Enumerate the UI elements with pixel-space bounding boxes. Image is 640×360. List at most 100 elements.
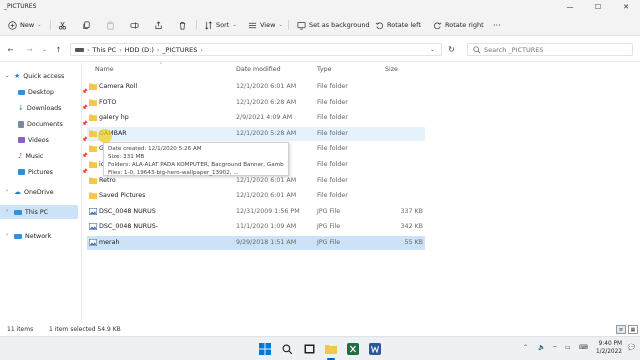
nav-quick-access[interactable]: ★ Quick access bbox=[14, 69, 64, 83]
new-button[interactable]: New ⌄ bbox=[8, 18, 41, 32]
nav-item-documents[interactable]: Documents 📌 bbox=[18, 117, 88, 131]
search-taskbar-icon[interactable] bbox=[280, 342, 294, 356]
chevron-right-icon: › bbox=[87, 46, 90, 54]
column-header-type[interactable]: Type bbox=[317, 66, 331, 77]
breadcrumb-hdd[interactable]: HDD (D:) bbox=[125, 46, 154, 54]
breadcrumb: › This PC › HDD (D:) › _PICTURES › bbox=[75, 46, 203, 54]
tiles-view-icon[interactable]: ▦ bbox=[628, 325, 638, 334]
column-header-name[interactable]: Name bbox=[95, 66, 114, 77]
word-icon[interactable] bbox=[368, 342, 382, 356]
file-row[interactable]: DSC_0048 NURUS- 11/1/2020 1:09 AM JPG File… bbox=[87, 220, 425, 234]
nav-item-desktop[interactable]: Desktop 📌 bbox=[18, 85, 88, 99]
file-explorer-taskbar-icon[interactable] bbox=[324, 342, 338, 356]
title-bar: _PICTURES — ☐ ✕ bbox=[0, 0, 640, 14]
copy-button[interactable] bbox=[82, 18, 91, 32]
battery-icon[interactable]: ▭ bbox=[565, 344, 571, 351]
search-input[interactable] bbox=[484, 45, 629, 55]
address-dropdown-chevron-icon[interactable]: ⌄ bbox=[430, 46, 435, 53]
excel-icon[interactable] bbox=[346, 342, 360, 356]
wifi-icon[interactable]: ⌔ bbox=[552, 344, 558, 352]
mouse-pointer-highlight bbox=[98, 129, 112, 143]
clock[interactable]: 9:40 PM 1/2/2022 bbox=[596, 341, 622, 356]
file-date: 9/29/2018 1:51 AM bbox=[236, 239, 297, 246]
rotate-left-label: Rotate left bbox=[387, 21, 421, 29]
more-options-button[interactable]: ··· bbox=[493, 18, 501, 32]
trash-icon bbox=[178, 21, 187, 30]
folder-row[interactable]: GAMBAR 12/1/2020 5:28 AM File folder bbox=[87, 126, 425, 141]
view-button[interactable]: View ⌄ bbox=[248, 18, 283, 32]
nav-this-pc[interactable]: › This PC bbox=[0, 205, 78, 219]
nav-item-videos[interactable]: Videos 📌 bbox=[18, 133, 88, 147]
expand-chevron-icon[interactable]: ⌄ bbox=[5, 73, 10, 79]
view-label: View bbox=[260, 21, 276, 29]
column-header-date[interactable]: Date modified bbox=[236, 66, 281, 77]
set-as-background-button[interactable]: Set as background bbox=[297, 18, 370, 32]
sort-label: Sort bbox=[216, 21, 230, 29]
folder-row[interactable]: Saved Pictures 12/1/2020 6:01 AM File fold… bbox=[87, 189, 425, 203]
breadcrumb-pictures[interactable]: _PICTURES bbox=[162, 46, 197, 54]
search-box[interactable] bbox=[467, 43, 633, 56]
file-row[interactable]: DSC_0048 NURUS 12/31/2009 1:56 PM JPG File… bbox=[87, 205, 425, 219]
folder-row[interactable]: FOTO 12/1/2020 6:28 AM File folder bbox=[87, 96, 425, 110]
file-row[interactable]: merah 9/29/2018 1:51 AM JPG File 55 KB bbox=[87, 236, 425, 250]
rotate-right-button[interactable]: Rotate right bbox=[433, 18, 484, 32]
file-date: 12/1/2020 6:28 AM bbox=[236, 98, 297, 106]
file-name: merah bbox=[99, 239, 120, 246]
details-view-icon[interactable]: ≡ bbox=[616, 325, 626, 334]
share-button[interactable] bbox=[154, 18, 163, 32]
nav-item-downloads[interactable]: ↓ Downloads 📌 bbox=[18, 101, 88, 115]
up-arrow-icon[interactable]: ↑ bbox=[54, 45, 63, 54]
maximize-button[interactable]: ☐ bbox=[584, 0, 612, 14]
forward-arrow-icon[interactable]: → bbox=[25, 45, 34, 54]
refresh-icon[interactable]: ↻ bbox=[447, 45, 456, 54]
selection-info: 1 item selected 54.9 KB bbox=[49, 326, 121, 333]
folder-icon bbox=[89, 177, 97, 184]
rotate-left-button[interactable]: Rotate left bbox=[375, 18, 421, 32]
drive-icon bbox=[75, 48, 84, 52]
nav-item-pictures[interactable]: Pictures 📌 bbox=[18, 165, 88, 179]
tooltip-files: Files: 1-0, 19643-big-hero-wallpaper_139… bbox=[108, 170, 239, 176]
chevron-up-icon[interactable]: ⌃ bbox=[523, 344, 528, 351]
rotate-right-icon bbox=[433, 21, 442, 30]
folder-icon bbox=[89, 161, 97, 168]
image-file-icon bbox=[89, 207, 98, 215]
address-box[interactable]: › This PC › HDD (D:) › _PICTURES › ⌄ bbox=[70, 43, 442, 56]
folder-row[interactable]: Camera Roll 12/1/2020 6:01 AM File folder bbox=[87, 80, 425, 94]
back-arrow-icon[interactable]: ← bbox=[6, 45, 15, 54]
nav-item-label: Pictures bbox=[28, 168, 53, 176]
close-button[interactable]: ✕ bbox=[612, 0, 640, 14]
expand-chevron-icon[interactable]: › bbox=[6, 232, 8, 238]
folder-row[interactable]: galery hp 2/9/2021 4:09 AM File folder bbox=[87, 111, 425, 125]
file-date: 2/9/2021 4:09 AM bbox=[236, 114, 293, 122]
keyboard-icon[interactable]: ⌨ bbox=[579, 344, 588, 351]
recent-locations-chevron-icon[interactable]: ⌄ bbox=[40, 45, 49, 54]
rename-icon bbox=[130, 21, 139, 30]
nav-this-pc-label: This PC bbox=[25, 208, 49, 216]
sort-button[interactable]: Sort ⌄ bbox=[204, 18, 237, 32]
chevron-right-icon: › bbox=[119, 46, 122, 54]
file-type: File folder bbox=[317, 129, 348, 137]
expand-chevron-icon[interactable]: › bbox=[6, 188, 8, 194]
cut-button[interactable] bbox=[58, 18, 67, 32]
column-header-size[interactable]: Size bbox=[385, 66, 398, 77]
nav-item-label: Music bbox=[25, 152, 44, 160]
nav-onedrive[interactable]: ☁ OneDrive bbox=[14, 185, 54, 199]
file-type: File folder bbox=[317, 176, 348, 184]
sort-ascending-icon: ⌃ bbox=[159, 62, 164, 68]
nav-item-music[interactable]: ♪ Music 📌 bbox=[18, 149, 88, 163]
rename-button[interactable] bbox=[130, 18, 139, 32]
delete-button[interactable] bbox=[178, 18, 187, 32]
breadcrumb-this-pc[interactable]: This PC bbox=[92, 46, 116, 54]
speaker-icon[interactable]: 🔈 bbox=[538, 344, 545, 351]
paste-button[interactable] bbox=[106, 18, 115, 32]
nav-item-label: Desktop bbox=[28, 88, 54, 96]
pictures-icon bbox=[18, 169, 25, 175]
notification-icon[interactable]: 💬 bbox=[628, 344, 635, 351]
folder-info-tooltip: Date created: 12/1/2020 5:26 AM Size: 33… bbox=[103, 142, 289, 176]
nav-network[interactable]: Network bbox=[14, 229, 51, 243]
windows-start-icon[interactable] bbox=[258, 342, 272, 356]
minimize-button[interactable]: — bbox=[556, 0, 584, 14]
expand-chevron-icon[interactable]: › bbox=[6, 208, 8, 214]
clock-date: 1/2/2022 bbox=[595, 348, 622, 355]
task-view-icon[interactable] bbox=[302, 342, 316, 356]
